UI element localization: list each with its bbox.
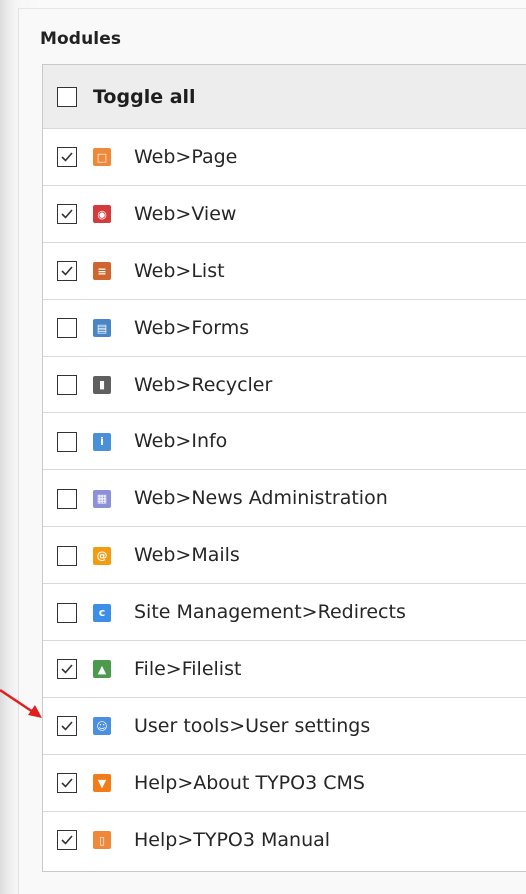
screenshot-stage: Modules Toggle all □ Web>Page ◉ Web>View ≡ We… xyxy=(0,0,526,894)
annotation-arrow-shaft xyxy=(0,688,37,716)
annotation-arrow-icon xyxy=(0,688,42,718)
